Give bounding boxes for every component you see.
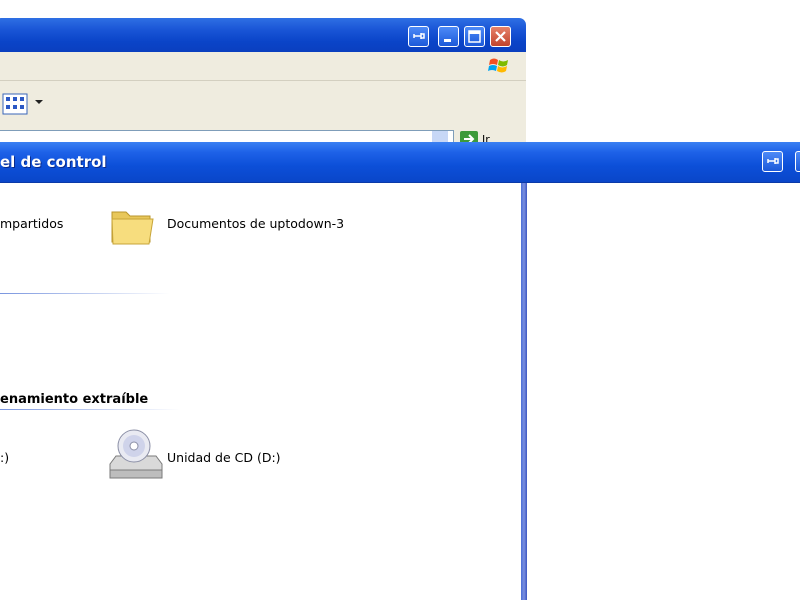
- minimize-icon: [444, 39, 451, 42]
- front-minimize-button[interactable]: [795, 151, 800, 172]
- shared-documents-label[interactable]: mpartidos: [0, 216, 63, 231]
- drive-c-label[interactable]: :): [0, 450, 9, 465]
- pin-button[interactable]: [408, 26, 429, 47]
- pin-icon: [413, 33, 425, 39]
- window-title: el de control: [0, 153, 107, 171]
- maximize-button[interactable]: [464, 26, 485, 47]
- menu-bar: [0, 52, 526, 81]
- toolbar: [0, 81, 526, 130]
- control-panel-titlebar[interactable]: el de control: [0, 142, 800, 183]
- section-divider: [0, 293, 170, 294]
- documents-folder-label[interactable]: Documentos de uptodown-3: [167, 216, 344, 231]
- front-pin-button[interactable]: [762, 151, 783, 172]
- minimize-button[interactable]: [438, 26, 459, 47]
- removable-section-divider: [0, 409, 180, 410]
- pin-icon: [767, 158, 779, 164]
- content-area: mpartidos Documentos de uptodown-3 enami…: [0, 182, 521, 600]
- window-border: [521, 180, 527, 600]
- views-icon[interactable]: [2, 93, 34, 115]
- maximize-icon: [468, 30, 481, 43]
- cd-drive-icon[interactable]: [106, 428, 164, 486]
- views-dropdown-caret[interactable]: [35, 100, 43, 104]
- windows-flag-icon: [488, 58, 508, 73]
- folder-icon[interactable]: [110, 202, 156, 248]
- cd-drive-label[interactable]: Unidad de CD (D:): [167, 450, 281, 465]
- close-button[interactable]: [490, 26, 511, 47]
- close-icon: [495, 31, 506, 42]
- removable-storage-heading: enamiento extraíble: [0, 392, 149, 407]
